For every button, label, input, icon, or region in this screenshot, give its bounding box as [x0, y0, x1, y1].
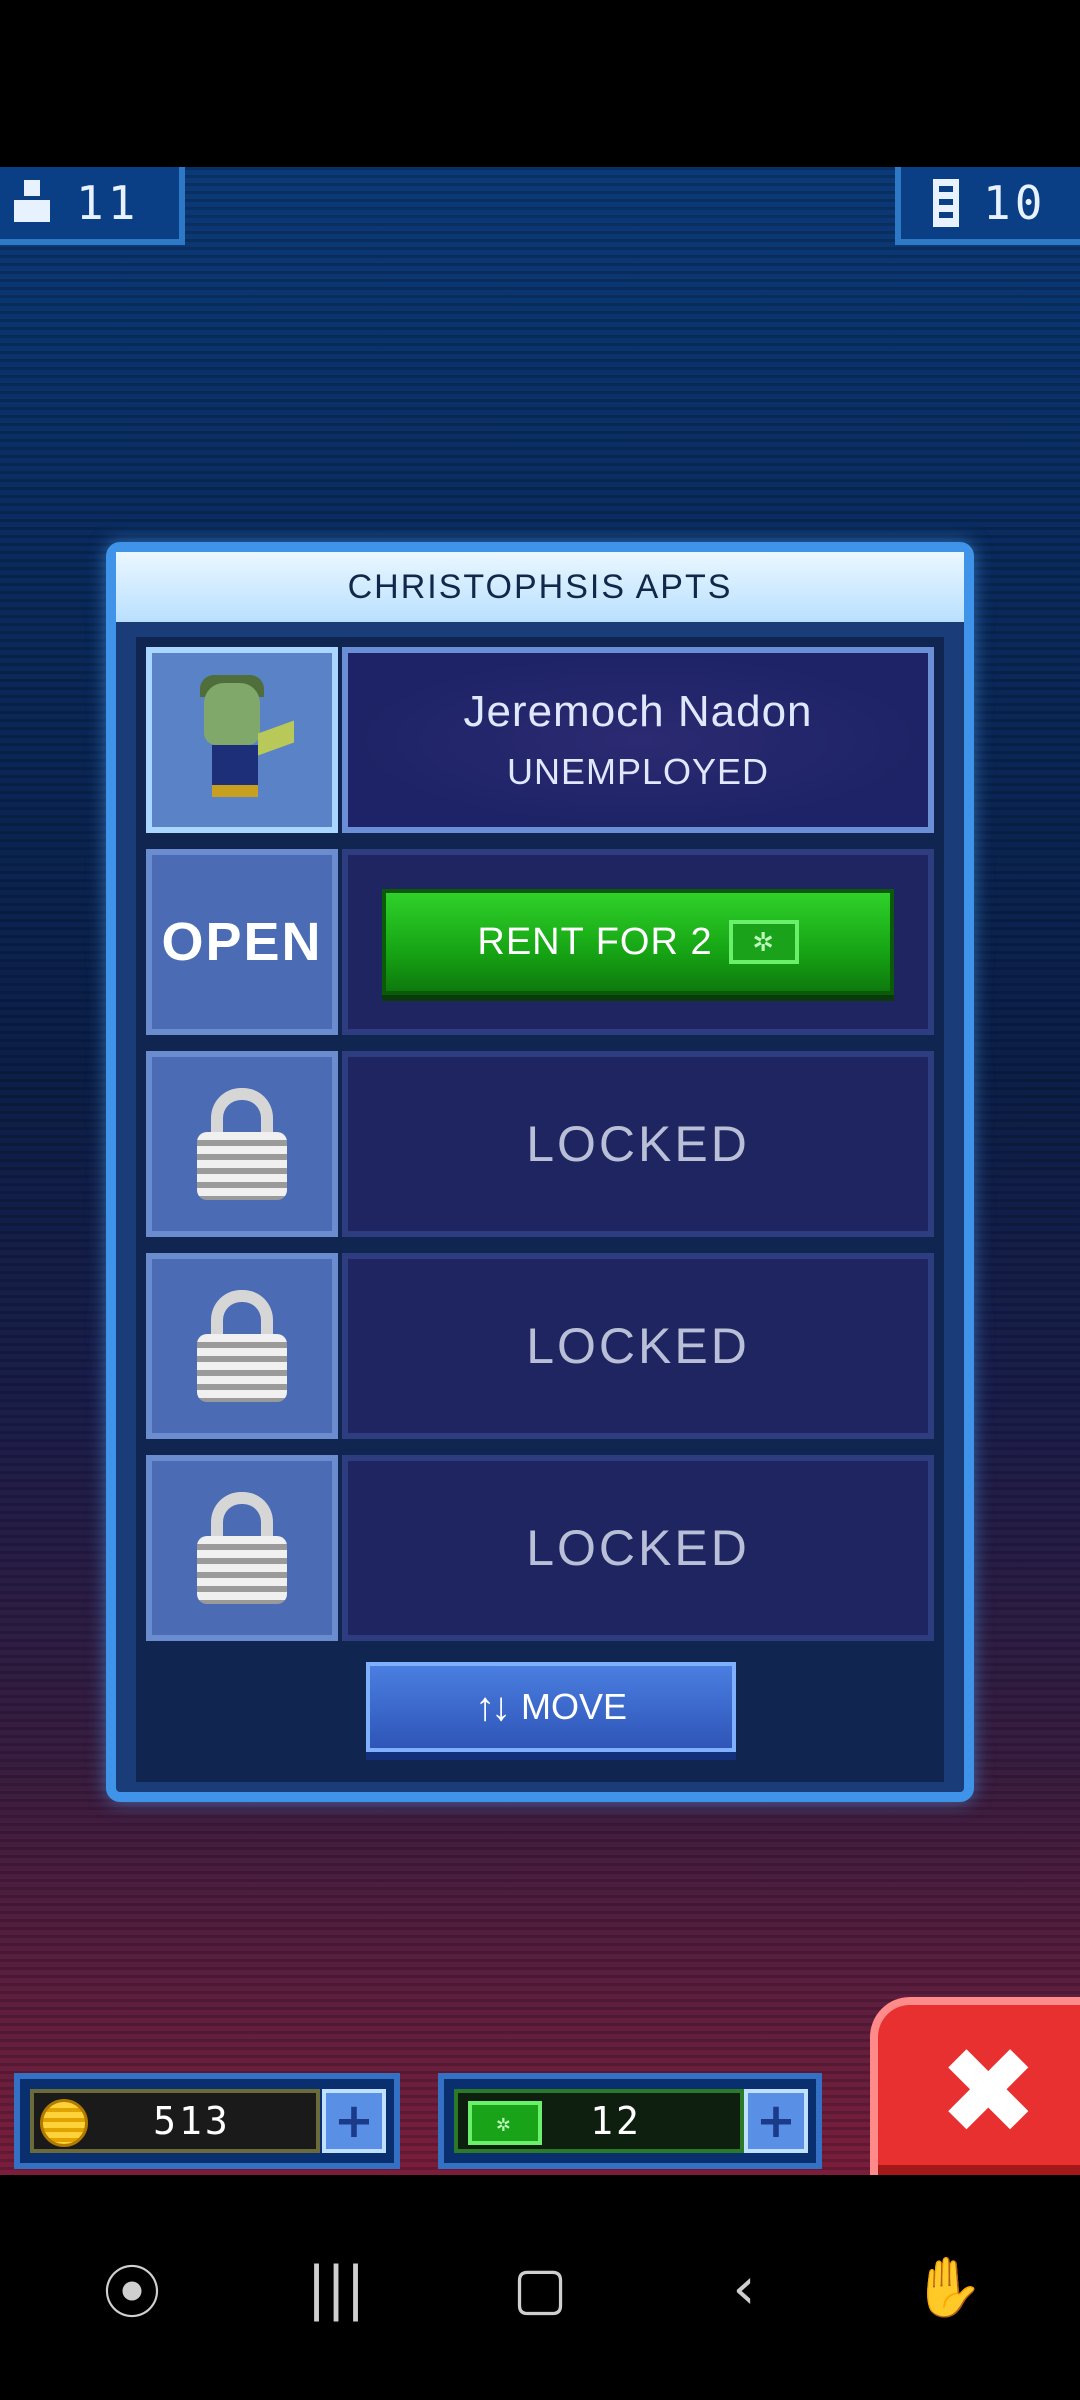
bux-icon: ✲ — [468, 2101, 542, 2145]
person-icon — [14, 180, 50, 222]
bux-icon: ✲ — [728, 920, 799, 964]
open-slot-badge: OPEN — [146, 849, 338, 1035]
coins-field: 513 — [30, 2089, 320, 2153]
coin-icon — [40, 2099, 88, 2147]
locked-thumb — [146, 1051, 338, 1237]
game-screen: 11 10 CHRISTOPHSIS APTS Jeremoch Nadon U… — [0, 167, 1080, 2175]
coins-value: 513 — [153, 2099, 231, 2143]
open-slot: RENT FOR 2 ✲ — [342, 849, 934, 1035]
apartment-row-locked: LOCKED — [146, 1455, 934, 1641]
residents-count: 11 — [76, 176, 140, 230]
resident-info[interactable]: Jeremoch Nadon UNEMPLOYED — [342, 647, 934, 833]
move-button[interactable]: ↑↓ MOVE — [366, 1662, 736, 1752]
coins-bar: 513 + — [14, 2073, 400, 2169]
locked-thumb — [146, 1455, 338, 1641]
locked-slot: LOCKED — [342, 1455, 934, 1641]
close-button[interactable]: ✖ — [870, 1997, 1080, 2175]
rent-button-label: RENT FOR 2 — [477, 920, 713, 963]
locked-thumb — [146, 1253, 338, 1439]
resident-status: UNEMPLOYED — [506, 751, 770, 792]
close-icon: ✖ — [938, 2022, 1039, 2162]
resident-avatar-icon — [182, 675, 302, 805]
apartment-list: Jeremoch Nadon UNEMPLOYED OPEN RENT FOR … — [136, 637, 944, 1782]
floors-counter[interactable]: 10 — [895, 167, 1080, 245]
move-arrows-icon: ↑↓ — [474, 1684, 511, 1729]
recents-icon[interactable]: ||| — [276, 2254, 396, 2322]
residents-counter[interactable]: 11 — [0, 167, 185, 245]
floors-count: 10 — [983, 176, 1047, 230]
game-tools-icon[interactable]: ⦿ — [72, 2246, 192, 2330]
apartment-row-locked: LOCKED — [146, 1051, 934, 1237]
floor-panel: CHRISTOPHSIS APTS Jeremoch Nadon UNEMPLO… — [106, 542, 974, 1802]
locked-label: LOCKED — [526, 1318, 750, 1374]
rent-button[interactable]: RENT FOR 2 ✲ — [382, 889, 894, 995]
resident-name: Jeremoch Nadon — [463, 687, 813, 736]
system-nav-bar: ⦿ ||| ▢ ‹ ✋ — [0, 2175, 1080, 2400]
lock-icon — [197, 1492, 287, 1604]
add-bux-button[interactable]: + — [744, 2089, 808, 2153]
bux-value: 12 — [590, 2099, 642, 2143]
open-label: OPEN — [161, 912, 323, 972]
building-icon — [933, 179, 959, 227]
locked-slot: LOCKED — [342, 1253, 934, 1439]
bux-bar: ✲ 12 + — [438, 2073, 822, 2169]
locked-label: LOCKED — [526, 1116, 750, 1172]
home-icon[interactable]: ▢ — [480, 2254, 600, 2322]
locked-slot: LOCKED — [342, 1051, 934, 1237]
apartment-row-resident[interactable]: Jeremoch Nadon UNEMPLOYED — [146, 647, 934, 833]
assistant-icon[interactable]: ✋ — [888, 2253, 1008, 2322]
lock-icon — [197, 1290, 287, 1402]
lock-icon — [197, 1088, 287, 1200]
move-button-label: MOVE — [520, 1686, 627, 1727]
apartment-row-open: OPEN RENT FOR 2 ✲ — [146, 849, 934, 1035]
locked-label: LOCKED — [526, 1520, 750, 1576]
floor-title: CHRISTOPHSIS APTS — [116, 552, 964, 622]
back-icon[interactable]: ‹ — [684, 2254, 804, 2322]
resident-portrait[interactable] — [146, 647, 338, 833]
bux-field: ✲ 12 — [454, 2089, 744, 2153]
add-coins-button[interactable]: + — [322, 2089, 386, 2153]
apartment-row-locked: LOCKED — [146, 1253, 934, 1439]
